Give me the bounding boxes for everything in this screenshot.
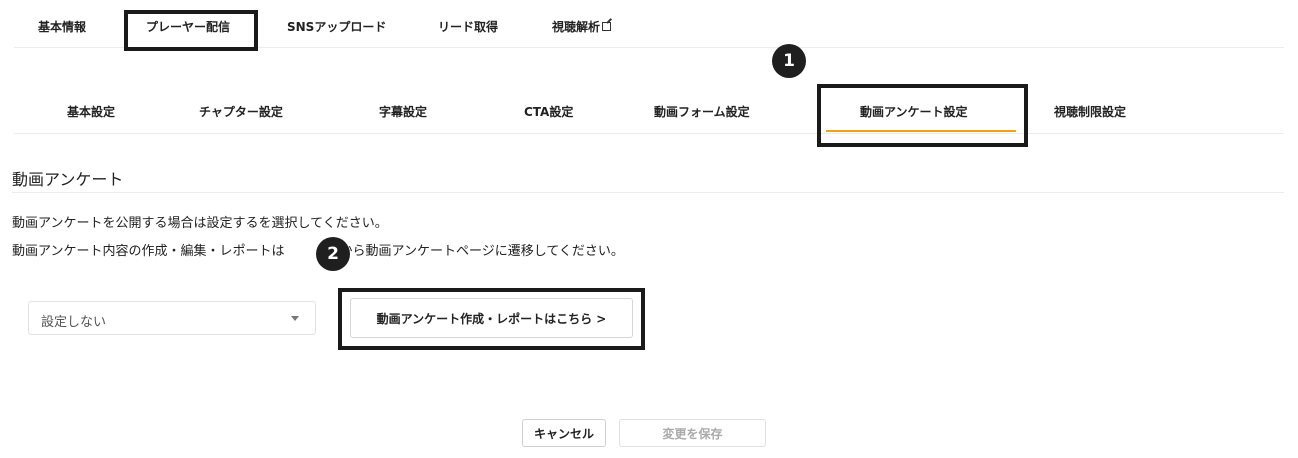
description-line-2-part-b: ンから動画アンケートページに遷移してください。 [326, 244, 624, 259]
select-value: 設定しない [41, 315, 107, 330]
step-badge-1: 1 [772, 44, 806, 78]
external-link-icon [602, 22, 612, 31]
chevron-down-icon [291, 316, 299, 321]
section-title: 動画アンケート [12, 170, 124, 189]
tab-basic-info[interactable]: 基本情報 [38, 18, 86, 35]
survey-report-button[interactable]: 動画アンケート作成・レポートはこちら > [350, 298, 633, 338]
survey-setting-select[interactable]: 設定しない [28, 301, 316, 335]
description-line-1: 動画アンケートを公開する場合は設定するを選択してください。 [12, 216, 388, 231]
tab-lead-acquisition[interactable]: リード取得 [438, 18, 498, 35]
tab-view-analytics[interactable]: 視聴解析 [552, 18, 612, 35]
subtab-cta-settings[interactable]: CTA設定 [524, 103, 573, 120]
sub-tab-bar: 基本設定 チャプター設定 字幕設定 CTA設定 動画フォーム設定 動画アンケート… [14, 84, 1284, 134]
step-badge-2: 2 [316, 237, 350, 271]
subtab-view-restriction-settings[interactable]: 視聴制限設定 [1054, 103, 1126, 120]
subtab-subtitle-settings[interactable]: 字幕設定 [379, 103, 427, 120]
highlight-box-player-tab [124, 10, 258, 51]
highlight-box-survey-tab [817, 84, 1028, 147]
section-divider [12, 192, 1284, 193]
subtab-chapter-settings[interactable]: チャプター設定 [199, 103, 283, 120]
tab-view-analytics-label: 視聴解析 [552, 20, 601, 34]
description-line-2-part-a: 動画アンケート内容の作成・編集・レポートは [12, 244, 285, 259]
save-changes-button[interactable]: 変更を保存 [619, 419, 766, 447]
tab-sns-upload[interactable]: SNSアップロード [287, 18, 386, 35]
subtab-video-form-settings[interactable]: 動画フォーム設定 [654, 103, 750, 120]
cancel-button[interactable]: キャンセル [522, 419, 606, 447]
subtab-basic-settings[interactable]: 基本設定 [67, 103, 115, 120]
